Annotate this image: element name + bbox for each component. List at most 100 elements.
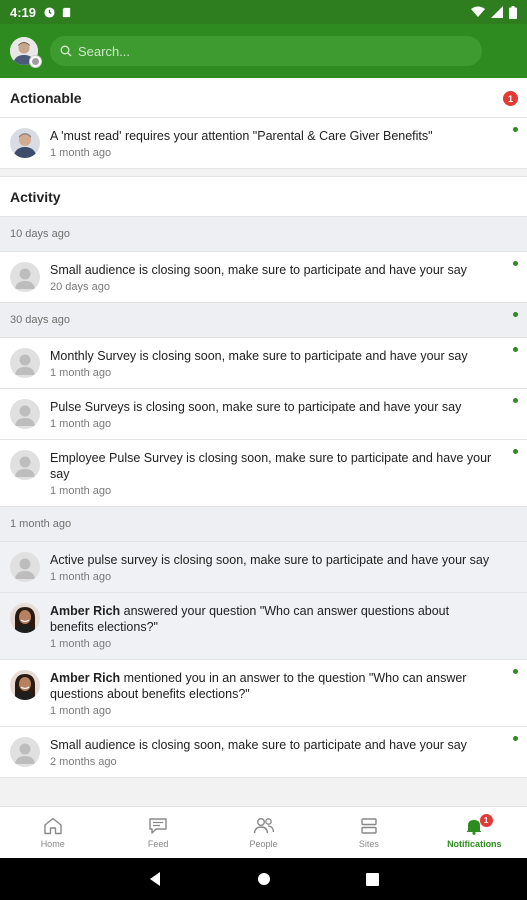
home-icon [44, 817, 62, 834]
notifications-list[interactable]: Actionable 1 A 'must read' requires your… [0, 78, 527, 806]
list-item[interactable]: Monthly Survey is closing soon, make sur… [0, 338, 527, 389]
date-group-label: 10 days ago [10, 228, 70, 240]
section-divider [0, 169, 527, 177]
list-item[interactable]: Active pulse survey is closing soon, mak… [0, 542, 527, 593]
default-user-icon [10, 399, 40, 429]
list-item[interactable]: Small audience is closing soon, make sur… [0, 252, 527, 303]
date-group-label: 30 days ago [10, 314, 70, 326]
people-icon [253, 817, 274, 833]
sd-card-icon [62, 7, 71, 17]
notification-text: Employee Pulse Survey is closing soon, m… [50, 451, 492, 481]
notification-text: Amber Rich mentioned you in an answer to… [50, 670, 495, 702]
unread-dot-icon [513, 127, 518, 132]
date-group-header: 1 month ago [0, 507, 527, 542]
unread-dot-icon [513, 347, 518, 352]
nav-sites[interactable]: Sites [316, 807, 421, 858]
list-item[interactable]: Employee Pulse Survey is closing soon, m… [0, 440, 527, 507]
actionable-section-header: Actionable 1 [0, 78, 527, 118]
sites-icon [361, 817, 377, 834]
search-bar[interactable] [50, 36, 482, 66]
unread-dot-icon [513, 398, 518, 403]
sync-icon [44, 6, 55, 18]
activity-section-header: Activity [0, 177, 527, 217]
notification-text: Amber Rich answered your question "Who c… [50, 603, 495, 635]
avatar [10, 603, 40, 633]
actionable-count-badge: 1 [503, 91, 518, 106]
notification-time: 1 month ago [50, 485, 112, 497]
notifications-badge: 1 [479, 814, 493, 827]
default-user-icon [10, 552, 40, 582]
search-icon [60, 45, 72, 57]
date-group-header: 10 days ago [0, 217, 527, 252]
default-user-icon [10, 450, 40, 480]
status-bar: 4:19 [0, 0, 527, 24]
activity-title: Activity [10, 188, 61, 205]
notification-time: 1 month ago [50, 147, 112, 159]
user-photo-icon [10, 128, 40, 158]
account-switch-icon [29, 55, 42, 68]
avatar [10, 399, 40, 429]
notification-time: 1 month ago [50, 367, 112, 379]
status-time: 4:19 [10, 4, 37, 20]
default-user-icon [10, 348, 40, 378]
unread-dot-icon [513, 449, 518, 454]
notification-text: Small audience is closing soon, make sur… [50, 263, 467, 277]
notification-text: Small audience is closing soon, make sur… [50, 738, 467, 752]
app-bar [0, 24, 527, 78]
default-user-icon [10, 737, 40, 767]
notification-time: 1 month ago [50, 638, 112, 650]
notification-time: 1 month ago [50, 705, 112, 717]
list-item[interactable]: Pulse Surveys is closing soon, make sure… [0, 389, 527, 440]
actor-name[interactable]: Amber Rich [50, 604, 120, 618]
search-input[interactable] [78, 43, 458, 59]
notification-time: 1 month ago [50, 571, 112, 583]
nav-home-label: Home [40, 838, 65, 849]
nav-sites-label: Sites [358, 838, 379, 849]
nav-feed[interactable]: Feed [105, 807, 210, 858]
list-item[interactable]: Amber Rich answered your question "Who c… [0, 593, 527, 660]
avatar [10, 737, 40, 767]
avatar [10, 450, 40, 480]
actor-name[interactable]: Amber Rich [50, 671, 120, 685]
actionable-title: Actionable [10, 89, 82, 106]
date-group-label: 1 month ago [10, 518, 72, 530]
back-icon[interactable] [148, 871, 162, 887]
notification-time: 1 month ago [50, 418, 112, 430]
recents-icon[interactable] [366, 872, 379, 886]
notification-text: Pulse Surveys is closing soon, make sure… [50, 400, 462, 414]
list-item[interactable]: Amber Rich mentioned you in an answer to… [0, 660, 527, 727]
signal-icon [491, 6, 503, 18]
nav-home[interactable]: Home [0, 807, 105, 858]
list-item[interactable]: A 'must read' requires your attention "P… [0, 118, 527, 169]
feed-icon [149, 817, 167, 834]
amber-rich-photo-icon [10, 670, 40, 700]
list-item[interactable]: Small audience is closing soon, make sur… [0, 727, 527, 778]
battery-icon [509, 5, 517, 19]
wifi-icon [471, 6, 485, 17]
nav-people[interactable]: People [211, 807, 316, 858]
nav-notifications-label: Notifications [447, 838, 502, 849]
avatar [10, 128, 40, 158]
date-group-header: 30 days ago [0, 303, 527, 338]
system-navigation-bar [0, 858, 527, 900]
avatar [10, 262, 40, 292]
unread-dot-icon [513, 736, 518, 741]
nav-feed-label: Feed [147, 838, 169, 849]
bottom-navigation: Home Feed People Sites 1 Notifications [0, 806, 527, 858]
default-user-icon [10, 262, 40, 292]
avatar [10, 670, 40, 700]
notification-text: Monthly Survey is closing soon, make sur… [50, 349, 468, 363]
unread-dot-icon [513, 312, 518, 317]
avatar [10, 348, 40, 378]
notification-text: A 'must read' requires your attention "P… [50, 129, 433, 143]
nav-people-label: People [249, 838, 278, 849]
avatar [10, 552, 40, 582]
home-circle-icon[interactable] [257, 872, 271, 886]
notification-time: 20 days ago [50, 281, 110, 293]
amber-rich-photo-icon [10, 603, 40, 633]
unread-dot-icon [513, 261, 518, 266]
notification-text: Active pulse survey is closing soon, mak… [50, 553, 490, 567]
unread-dot-icon [513, 669, 518, 674]
nav-notifications[interactable]: 1 Notifications [422, 807, 527, 858]
profile-avatar[interactable] [10, 37, 42, 68]
